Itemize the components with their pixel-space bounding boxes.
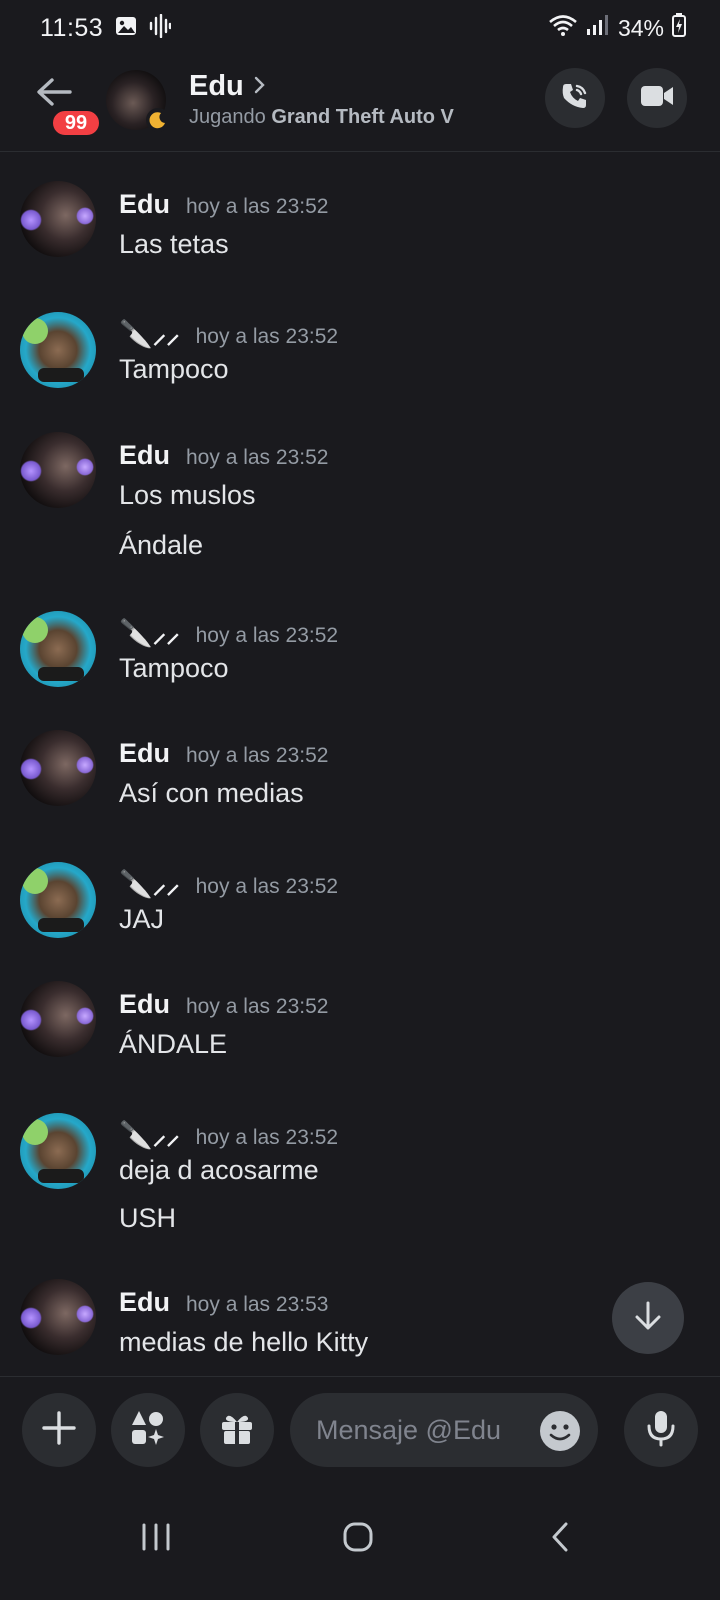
message-text[interactable]: Los muslos bbox=[119, 480, 256, 511]
microphone-icon bbox=[646, 1409, 676, 1452]
message-input-placeholder: Mensaje @Edu bbox=[316, 1414, 502, 1445]
username[interactable]: Edu bbox=[119, 1287, 170, 1318]
message-text[interactable]: JAJ bbox=[119, 904, 164, 935]
arrow-left-icon bbox=[36, 77, 72, 112]
add-attachment-button[interactable] bbox=[22, 1393, 96, 1467]
chat-header: 99 Edu Jugando Grand Theft Auto V bbox=[0, 56, 720, 152]
avatar[interactable] bbox=[106, 70, 170, 132]
recent-apps-button[interactable] bbox=[126, 1514, 186, 1564]
system-nav-bar bbox=[0, 1480, 720, 1600]
avatar[interactable] bbox=[20, 1279, 96, 1355]
avatar[interactable] bbox=[20, 312, 96, 388]
message-text[interactable]: ÁNDALE bbox=[119, 1029, 227, 1060]
message-text[interactable]: Las tetas bbox=[119, 229, 229, 260]
message-text[interactable]: Tampoco bbox=[119, 653, 229, 684]
username[interactable]: Edu bbox=[119, 440, 170, 471]
timestamp: hoy a las 23:52 bbox=[195, 624, 339, 647]
video-camera-icon bbox=[640, 84, 674, 113]
apps-shapes-icon bbox=[129, 1409, 167, 1452]
activity-game: Grand Theft Auto V bbox=[271, 106, 454, 128]
phone-icon bbox=[559, 80, 591, 117]
chevron-left-icon bbox=[550, 1521, 570, 1558]
activity-status: Jugando Grand Theft Auto V bbox=[189, 106, 454, 129]
username[interactable]: 🔪⸝⸝ bbox=[119, 864, 180, 901]
message-text[interactable]: Así con medias bbox=[119, 778, 304, 809]
message-text[interactable]: Ándale bbox=[119, 530, 203, 561]
system-back-button[interactable] bbox=[530, 1514, 590, 1564]
chevron-right-icon bbox=[254, 73, 266, 101]
gift-button[interactable] bbox=[200, 1393, 274, 1467]
activity-prefix: Jugando bbox=[189, 106, 266, 128]
message-text[interactable]: USH bbox=[119, 1203, 176, 1234]
avatar[interactable] bbox=[20, 862, 96, 938]
chat-title[interactable]: Edu bbox=[189, 70, 266, 103]
timestamp: hoy a las 23:53 bbox=[186, 1293, 329, 1316]
username[interactable]: 🔪⸝⸝ bbox=[119, 1115, 180, 1152]
status-time: 11:53 bbox=[40, 13, 104, 42]
timestamp: hoy a las 23:52 bbox=[186, 995, 329, 1018]
wifi-icon bbox=[548, 14, 578, 42]
timestamp: hoy a las 23:52 bbox=[195, 875, 339, 898]
avatar[interactable] bbox=[20, 181, 96, 257]
message-text[interactable]: medias de hello Kitty bbox=[119, 1327, 368, 1358]
recents-icon bbox=[140, 1522, 172, 1557]
apps-button[interactable] bbox=[111, 1393, 185, 1467]
username[interactable]: Edu bbox=[119, 738, 170, 769]
username[interactable]: Edu bbox=[119, 189, 170, 220]
timestamp: hoy a las 23:52 bbox=[186, 195, 329, 218]
timestamp: hoy a las 23:52 bbox=[186, 744, 329, 767]
username[interactable]: 🔪⸝⸝ bbox=[119, 314, 180, 351]
gift-icon bbox=[219, 1410, 255, 1451]
username[interactable]: Edu bbox=[119, 989, 170, 1020]
voice-waveform-icon bbox=[149, 13, 172, 43]
message-list[interactable]: Edu hoy a las 23:52 Las tetas 🔪⸝⸝ hoy a … bbox=[0, 152, 720, 1402]
unread-badge: 99 bbox=[50, 108, 102, 138]
signal-icon bbox=[586, 14, 610, 42]
voice-message-button[interactable] bbox=[624, 1393, 698, 1467]
avatar[interactable] bbox=[20, 1113, 96, 1189]
chat-title-label: Edu bbox=[189, 70, 244, 102]
message-text[interactable]: deja d acosarme bbox=[119, 1155, 319, 1186]
timestamp: hoy a las 23:52 bbox=[186, 446, 329, 469]
idle-moon-icon bbox=[146, 108, 170, 132]
home-button[interactable] bbox=[328, 1514, 388, 1564]
timestamp: hoy a las 23:52 bbox=[195, 325, 339, 348]
home-icon bbox=[342, 1521, 374, 1558]
arrow-down-icon bbox=[633, 1300, 663, 1337]
image-icon bbox=[115, 16, 137, 41]
timestamp: hoy a las 23:52 bbox=[195, 1126, 339, 1149]
avatar[interactable] bbox=[20, 981, 96, 1057]
status-bar: 11:53 34% bbox=[0, 0, 720, 56]
video-call-button[interactable] bbox=[627, 68, 687, 128]
jump-to-latest-button[interactable] bbox=[612, 1282, 684, 1354]
avatar[interactable] bbox=[20, 611, 96, 687]
message-composer: Mensaje @Edu bbox=[0, 1376, 720, 1480]
battery-charging-icon bbox=[672, 13, 686, 43]
avatar[interactable] bbox=[20, 730, 96, 806]
username[interactable]: 🔪⸝⸝ bbox=[119, 613, 180, 650]
avatar[interactable] bbox=[20, 432, 96, 508]
message-input[interactable]: Mensaje @Edu bbox=[290, 1393, 598, 1467]
emoji-button[interactable] bbox=[540, 1411, 580, 1451]
message-text[interactable]: Tampoco bbox=[119, 354, 229, 385]
battery-level: 34% bbox=[617, 14, 664, 41]
voice-call-button[interactable] bbox=[545, 68, 605, 128]
plus-icon bbox=[41, 1410, 77, 1451]
